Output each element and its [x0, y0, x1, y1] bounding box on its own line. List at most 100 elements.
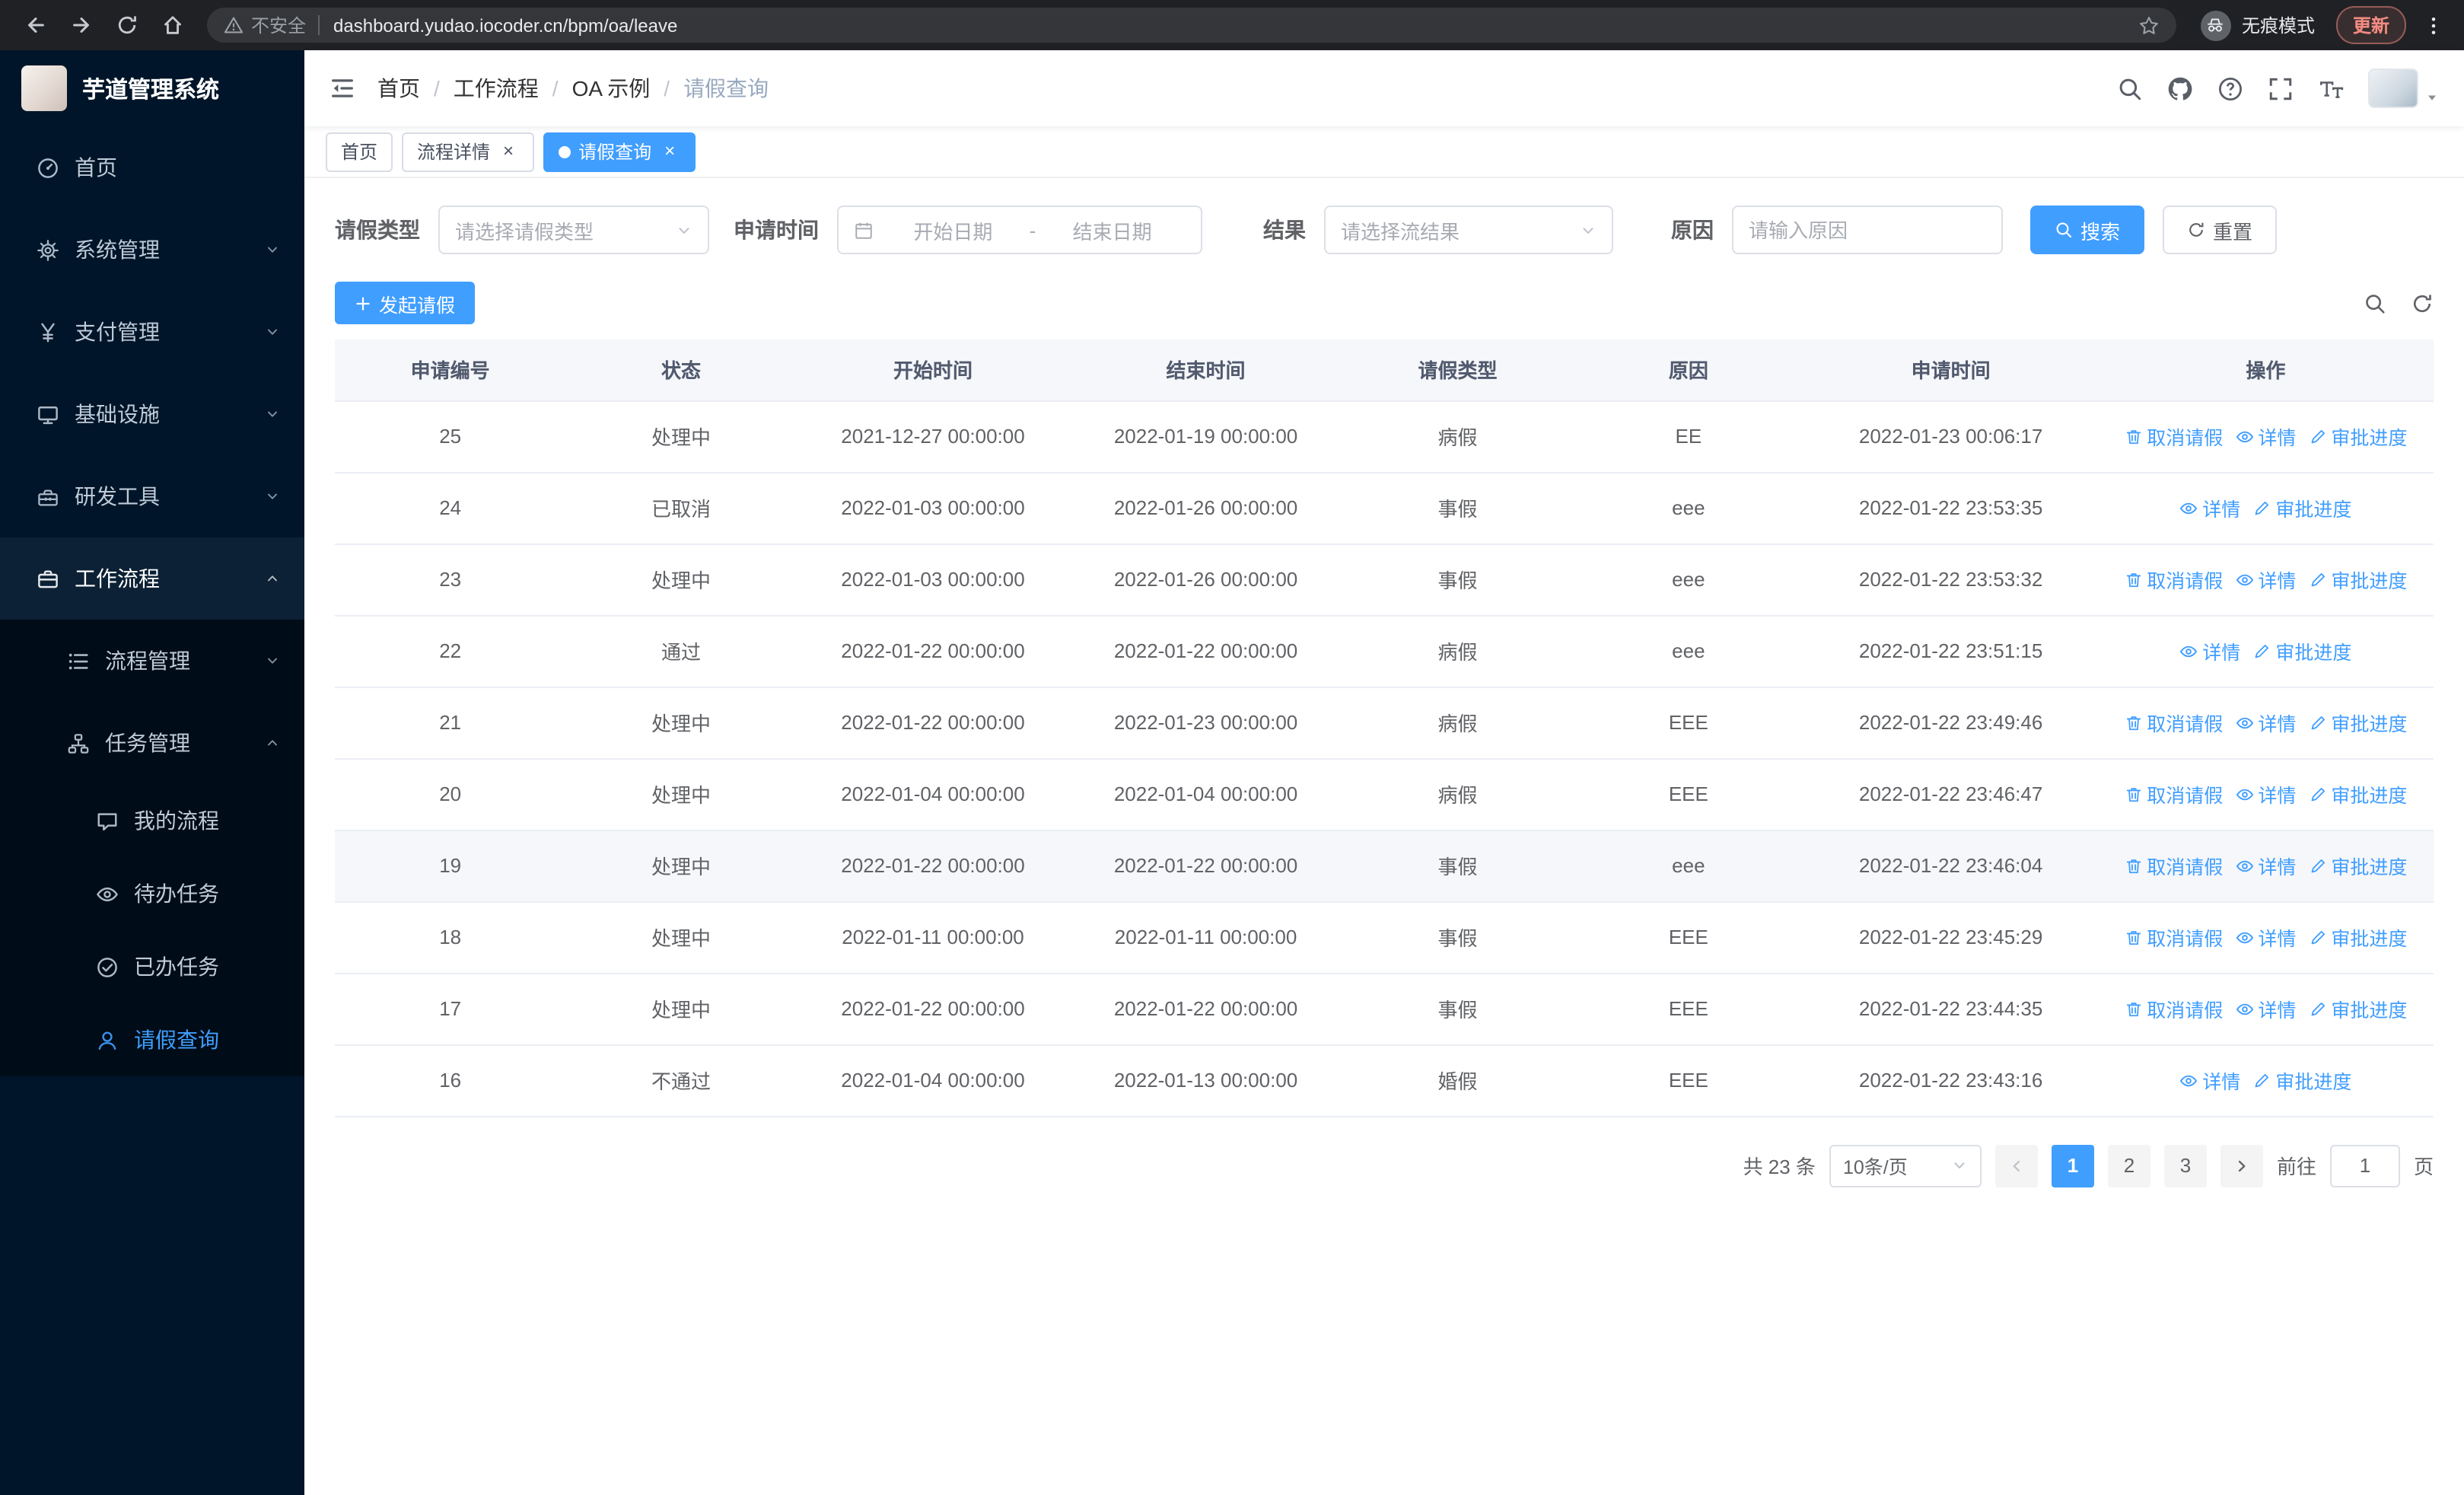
action-progress[interactable]: 审批进度 [2308, 565, 2407, 594]
sidebar-item-devtools[interactable]: 研发工具 [0, 455, 304, 537]
action-detail[interactable]: 详情 [2179, 1066, 2240, 1095]
cell-start: 2022-01-11 00:00:00 [796, 901, 1070, 974]
action-progress[interactable]: 审批进度 [2308, 851, 2407, 880]
reset-button[interactable]: 重置 [2163, 206, 2278, 254]
action-detail[interactable]: 详情 [2179, 493, 2240, 522]
sidebar-item-payment[interactable]: 支付管理 [0, 291, 304, 373]
eye-icon [2235, 785, 2253, 803]
cell-id: 19 [335, 830, 566, 902]
action-cancel[interactable]: 取消请假 [2124, 923, 2223, 952]
action-detail[interactable]: 详情 [2235, 994, 2296, 1023]
action-progress[interactable]: 审批进度 [2252, 636, 2351, 665]
close-tab-icon[interactable]: × [659, 140, 680, 162]
sidebar-item-leave-query[interactable]: 请假查询 [0, 1003, 304, 1076]
github-icon[interactable] [2167, 75, 2193, 101]
bookmark-star-icon[interactable] [2138, 14, 2160, 36]
update-button[interactable]: 更新 [2335, 6, 2406, 44]
avatar[interactable] [2368, 69, 2418, 108]
reason-input[interactable] [1733, 207, 2001, 253]
help-icon[interactable] [2217, 75, 2243, 101]
top-navbar: 首页 / 工作流程 / OA 示例 / 请假查询 [304, 50, 2464, 126]
table-row: 24 已取消 2022-01-03 00:00:00 2022-01-26 00:00… [335, 472, 2434, 544]
action-cancel[interactable]: 取消请假 [2124, 779, 2223, 808]
action-detail[interactable]: 详情 [2235, 565, 2296, 594]
tab-leave-query[interactable]: 请假查询 × [543, 132, 696, 171]
page-button-1[interactable]: 1 [2051, 1144, 2094, 1187]
delete-icon [2124, 785, 2142, 803]
sidebar-item-label: 流程管理 [105, 649, 190, 673]
breadcrumb-item[interactable]: 首页 [377, 73, 420, 104]
refresh-table-button[interactable] [2411, 292, 2434, 314]
action-cancel[interactable]: 取消请假 [2124, 565, 2223, 594]
security-label[interactable]: 不安全 [251, 12, 306, 38]
apply-time-range-picker[interactable]: 开始日期 - 结束日期 [837, 206, 1202, 254]
toggle-search-button[interactable] [2364, 292, 2386, 314]
create-leave-button[interactable]: 发起请假 [335, 282, 476, 324]
column-header: 申请时间 [1803, 339, 2098, 401]
leave-table: 申请编号 状态 开始时间 结束时间 请假类型 原因 申请时间 操作 25 处理中 2021-12-… [335, 339, 2434, 1117]
breadcrumb-item[interactable]: OA 示例 [572, 73, 651, 104]
sidebar-item-home[interactable]: 首页 [0, 126, 304, 209]
result-select[interactable]: 请选择流结果 [1324, 206, 1613, 254]
sidebar-item-task-mgmt[interactable]: 任务管理 [0, 702, 304, 784]
search-icon[interactable] [2117, 75, 2143, 101]
action-detail[interactable]: 详情 [2235, 708, 2296, 737]
cell-apply_time: 2022-01-22 23:51:15 [1803, 615, 2098, 687]
action-cancel[interactable]: 取消请假 [2124, 994, 2223, 1023]
action-cancel[interactable]: 取消请假 [2124, 422, 2223, 451]
cell-apply_time: 2022-01-22 23:53:32 [1803, 543, 2098, 616]
collapse-sidebar-button[interactable] [329, 75, 356, 102]
pagination: 共 23 条 10条/页 123 前往 页 [335, 1144, 2434, 1187]
caret-down-icon [2424, 90, 2440, 105]
prev-page-button[interactable] [1994, 1144, 2038, 1187]
page-button-2[interactable]: 2 [2107, 1144, 2150, 1187]
action-progress[interactable]: 审批进度 [2308, 994, 2407, 1023]
tab-label: 请假查询 [578, 142, 652, 163]
sidebar-item-workflow[interactable]: 工作流程 [0, 537, 304, 620]
browser-home-button[interactable] [152, 5, 192, 45]
close-tab-icon[interactable]: × [498, 140, 519, 162]
action-progress[interactable]: 审批进度 [2308, 779, 2407, 808]
back-button[interactable] [15, 5, 55, 45]
action-cancel[interactable]: 取消请假 [2124, 851, 2223, 880]
action-detail[interactable]: 详情 [2179, 636, 2240, 665]
action-progress[interactable]: 审批进度 [2308, 422, 2407, 451]
reload-button[interactable] [107, 5, 146, 45]
sidebar-item-todo-task[interactable]: 待办任务 [0, 857, 304, 930]
breadcrumb-item[interactable]: 工作流程 [454, 73, 539, 104]
action-progress[interactable]: 审批进度 [2308, 923, 2407, 952]
next-page-button[interactable] [2220, 1144, 2263, 1187]
tab-process-detail[interactable]: 流程详情 × [402, 132, 535, 171]
action-cancel[interactable]: 取消请假 [2124, 708, 2223, 737]
sidebar-item-done-task[interactable]: 已办任务 [0, 930, 304, 1003]
action-detail[interactable]: 详情 [2235, 923, 2296, 952]
url-text[interactable]: dashboard.yudao.iocoder.cn/bpm/oa/leave [333, 14, 2126, 36]
range-separator: - [1029, 218, 1036, 241]
page-size-select[interactable]: 10条/页 [1829, 1144, 1982, 1187]
action-progress[interactable]: 审批进度 [2252, 493, 2351, 522]
edit-icon [2308, 570, 2326, 588]
forward-button[interactable] [61, 5, 100, 45]
font-size-icon[interactable] [2318, 75, 2344, 101]
goto-page-input[interactable] [2329, 1144, 2400, 1187]
action-progress[interactable]: 审批进度 [2308, 708, 2407, 737]
action-detail[interactable]: 详情 [2235, 851, 2296, 880]
action-detail[interactable]: 详情 [2235, 779, 2296, 808]
browser-menu-button[interactable] [2415, 7, 2452, 43]
chevron-down-icon [265, 406, 280, 422]
action-progress[interactable]: 审批进度 [2252, 1066, 2351, 1095]
search-button[interactable]: 搜索 [2030, 206, 2145, 254]
sidebar-item-my-process[interactable]: 我的流程 [0, 784, 304, 857]
address-bar[interactable]: 不安全 dashboard.yudao.iocoder.cn/bpm/oa/le… [207, 8, 2176, 43]
sidebar-item-label: 请假查询 [134, 1028, 219, 1052]
sidebar-item-system[interactable]: 系统管理 [0, 209, 304, 291]
user-menu[interactable] [2368, 69, 2440, 108]
sidebar-item-process-mgmt[interactable]: 流程管理 [0, 620, 304, 702]
page-button-3[interactable]: 3 [2163, 1144, 2207, 1187]
leave-type-select[interactable]: 请选择请假类型 [438, 206, 709, 254]
action-detail[interactable]: 详情 [2235, 422, 2296, 451]
task-icon [67, 732, 90, 754]
fullscreen-icon[interactable] [2268, 75, 2294, 101]
tab-home[interactable]: 首页 [326, 132, 393, 171]
sidebar-item-infrastructure[interactable]: 基础设施 [0, 373, 304, 455]
